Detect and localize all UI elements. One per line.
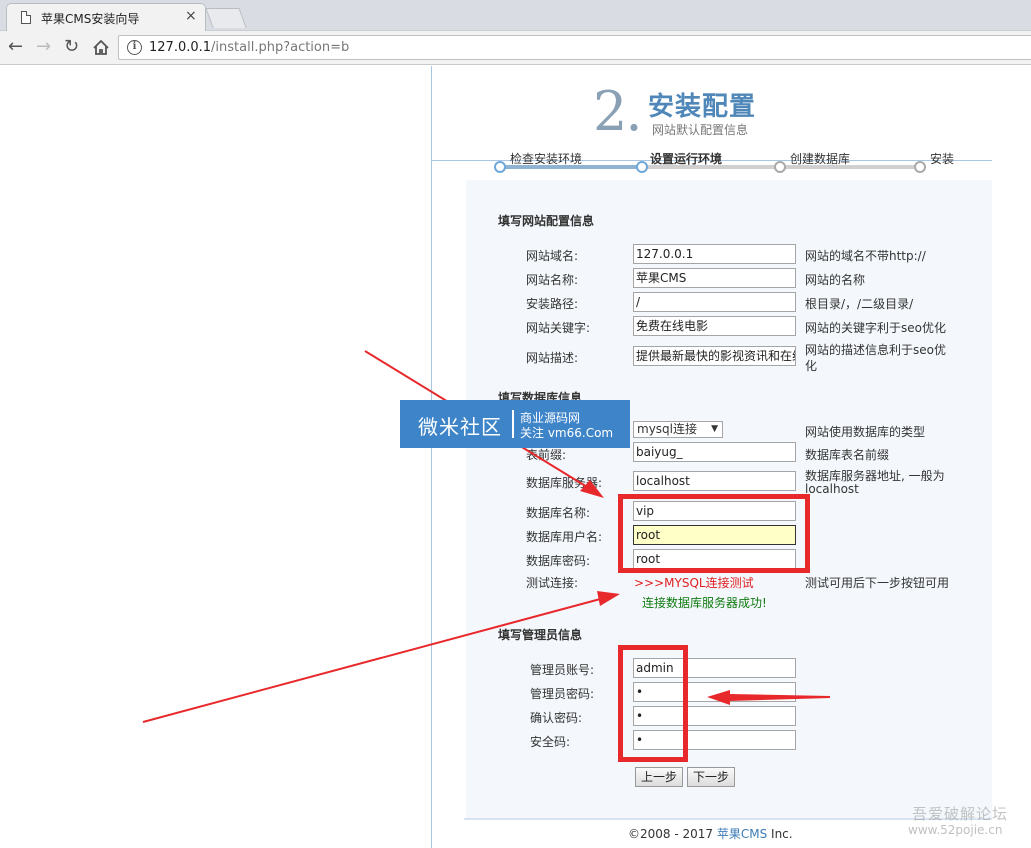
keywords-input[interactable]: 免费在线电影: [633, 316, 796, 336]
watermark-separator: [512, 410, 514, 438]
watermark-badge: 微米社区 商业源码网 关注 vm66.Com: [400, 400, 630, 448]
footer-copyright: ©2008 - 2017 苹果CMS Inc.: [628, 825, 793, 842]
footer-brand: 苹果CMS: [716, 827, 768, 841]
info-icon[interactable]: i: [127, 40, 142, 55]
next-step-button[interactable]: 下一步: [687, 767, 735, 787]
corner-watermark-title: 吾爱破解论坛: [912, 805, 1009, 823]
url-host: 127.0.0.1: [149, 40, 212, 55]
footer-prefix: ©2008 - 2017: [628, 827, 717, 841]
highlight-box-db: [618, 494, 810, 573]
db-type-value: mysql连接: [637, 422, 697, 436]
keywords-label: 网站关键字:: [526, 321, 591, 335]
confirm-password-label: 确认密码:: [530, 711, 583, 725]
footer-suffix: Inc.: [767, 827, 793, 841]
watermark-line2: 关注 vm66.Com: [520, 426, 614, 440]
tab-title: 苹果CMS安装向导: [41, 12, 140, 26]
db-password-label: 数据库密码:: [526, 554, 591, 568]
install-path-label: 安装路径:: [526, 297, 579, 311]
browser-tab-strip: 苹果CMS安装向导 ×: [0, 0, 1031, 31]
url-text: 127.0.0.1/install.php?action=b: [149, 40, 349, 55]
mysql-test-link[interactable]: >>>MYSQL连接测试: [634, 574, 754, 591]
site-name-label: 网站名称:: [526, 273, 579, 287]
description-input[interactable]: 提供最新最快的影视资讯和在线: [633, 346, 796, 366]
install-path-hint: 根目录/，/二级目录/: [805, 297, 914, 311]
step-dot-4: [914, 161, 926, 173]
prefix-input[interactable]: baiyug_: [633, 442, 796, 462]
db-server-input[interactable]: localhost: [633, 471, 796, 491]
db-server-hint-line2: localhost: [805, 482, 859, 496]
admin-section-title: 填写管理员信息: [498, 628, 583, 642]
db-server-label: 数据库服务器:: [526, 476, 603, 490]
step-dot-1: [494, 161, 506, 173]
step-label-1: 检查安装环境: [510, 152, 583, 166]
new-tab-button[interactable]: [205, 8, 247, 28]
domain-input[interactable]: 127.0.0.1: [633, 244, 796, 264]
install-path-input[interactable]: /: [633, 292, 796, 312]
page-title: 安装配置: [648, 92, 757, 122]
db-user-label: 数据库用户名:: [526, 530, 603, 544]
domain-hint: 网站的域名不带http://: [805, 249, 926, 263]
home-icon[interactable]: [92, 39, 110, 56]
db-name-label: 数据库名称:: [526, 506, 591, 520]
address-bar[interactable]: i 127.0.0.1/install.php?action=b: [118, 35, 1031, 60]
site-section-title: 填写网站配置信息: [498, 214, 595, 228]
domain-label: 网站域名:: [526, 249, 579, 263]
admin-account-label: 管理员账号:: [530, 663, 595, 677]
prefix-hint: 数据库表名前缀: [805, 448, 890, 462]
highlight-box-admin: [618, 645, 688, 762]
description-hint-line2: 化: [805, 359, 818, 373]
step-label-4: 安装: [930, 152, 955, 166]
step-number: 2.: [593, 80, 643, 143]
prev-step-button[interactable]: 上一步: [635, 767, 683, 787]
forward-arrow-icon[interactable]: →: [36, 36, 51, 57]
site-name-hint: 网站的名称: [805, 273, 866, 287]
step-label-3: 创建数据库: [790, 152, 851, 166]
page-subtitle: 网站默认配置信息: [652, 123, 749, 137]
corner-watermark-url: www.52pojie.cn: [908, 823, 1003, 837]
chevron-down-icon: ▼: [711, 424, 718, 434]
reload-icon[interactable]: ↻: [64, 36, 79, 57]
page-icon: [21, 11, 31, 24]
keywords-hint: 网站的关键字利于seo优化: [805, 321, 946, 335]
step-dot-2: [636, 161, 648, 173]
description-label: 网站描述:: [526, 351, 579, 365]
db-type-hint: 网站使用数据库的类型: [805, 425, 926, 439]
prefix-label: 表前缀:: [526, 448, 567, 462]
back-arrow-icon[interactable]: ←: [8, 36, 23, 57]
security-code-label: 安全码:: [530, 735, 571, 749]
browser-tab[interactable]: 苹果CMS安装向导 ×: [6, 3, 206, 31]
admin-password-label: 管理员密码:: [530, 687, 595, 701]
browser-toolbar: ← → ↻ i 127.0.0.1/install.php?action=b: [0, 31, 1031, 65]
step-label-2: 设置运行环境: [650, 152, 723, 166]
site-name-input[interactable]: 苹果CMS: [633, 268, 796, 288]
url-path: /install.php?action=b: [211, 40, 350, 55]
watermark-main: 微米社区: [418, 415, 502, 439]
step-dot-3: [774, 161, 786, 173]
connection-success-message: 连接数据库服务器成功!: [642, 596, 767, 610]
close-icon[interactable]: ×: [185, 8, 197, 24]
description-hint-line1: 网站的描述信息利于seo优: [805, 343, 946, 357]
test-connection-hint: 测试可用后下一步按钮可用: [805, 576, 950, 590]
test-connection-label: 测试连接:: [526, 576, 579, 590]
db-type-select[interactable]: mysql连接 ▼: [633, 421, 723, 438]
